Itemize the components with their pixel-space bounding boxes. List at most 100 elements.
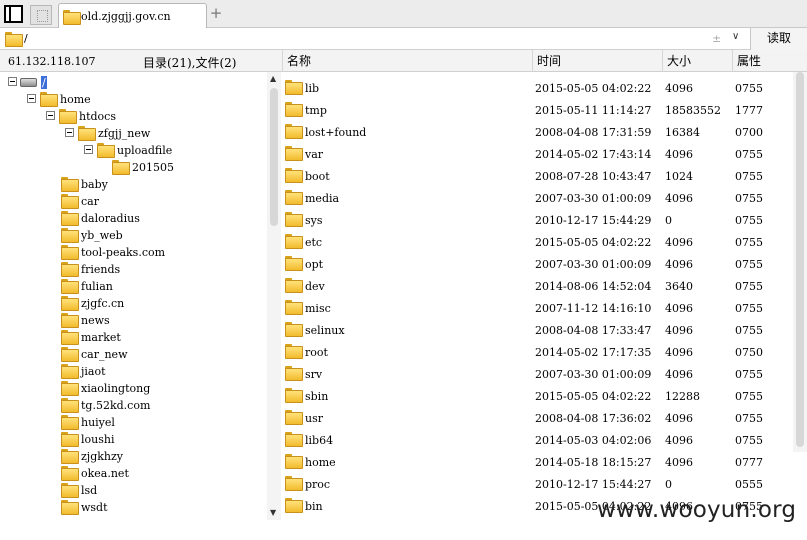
file-name: dev xyxy=(305,280,325,293)
file-name: var xyxy=(305,148,324,161)
collapse-toggle-icon[interactable] xyxy=(84,145,93,154)
folder-icon xyxy=(285,498,303,513)
file-name: selinux xyxy=(305,324,345,337)
column-header-name[interactable]: 名称 xyxy=(282,50,532,72)
folder-icon xyxy=(285,146,303,161)
file-row[interactable]: opt 2007-03-30 01:00:09 4096 0755 xyxy=(281,251,793,273)
file-list-scrollbar[interactable] xyxy=(793,72,807,452)
tree-node[interactable]: / xyxy=(8,75,258,92)
tree-node[interactable]: uploadfile xyxy=(84,143,281,160)
tree-node[interactable]: xiaolingtong xyxy=(61,381,281,398)
file-name: sys xyxy=(305,214,323,227)
tree-node-label: zjgkhzy xyxy=(81,450,124,463)
scroll-up-icon[interactable]: ▲ xyxy=(270,74,276,83)
tree-node[interactable]: fulian xyxy=(61,279,281,296)
path-control-icon[interactable]: ± xyxy=(712,32,721,45)
tree-node[interactable]: zjgkhzy xyxy=(61,449,281,466)
tree-node[interactable]: tool-peaks.com xyxy=(61,245,281,262)
file-perm: 0755 xyxy=(735,82,763,95)
file-row[interactable]: var 2014-05-02 17:43:14 4096 0755 xyxy=(281,141,793,163)
tree-node[interactable]: car xyxy=(61,194,281,211)
file-time: 2014-05-03 04:02:06 xyxy=(535,434,652,447)
bottom-strip xyxy=(0,520,807,540)
tree-node-label: huiyel xyxy=(81,416,115,429)
file-row[interactable]: home 2014-05-18 18:15:27 4096 0777 xyxy=(281,449,793,471)
tree-node[interactable]: zfgjj_new xyxy=(65,126,281,143)
tree-node[interactable]: jiaot xyxy=(61,364,281,381)
file-row[interactable]: srv 2007-03-30 01:00:09 4096 0755 xyxy=(281,361,793,383)
tree-node[interactable]: news xyxy=(61,313,281,330)
file-size: 3640 xyxy=(665,280,693,293)
folder-icon xyxy=(61,228,79,243)
collapse-toggle-icon[interactable] xyxy=(46,111,55,120)
file-row[interactable]: boot 2008-07-28 10:43:47 1024 0755 xyxy=(281,163,793,185)
file-row[interactable]: lib 2015-05-05 04:02:22 4096 0755 xyxy=(281,75,793,97)
file-row[interactable]: sbin 2015-05-05 04:02:22 12288 0755 xyxy=(281,383,793,405)
tab-main[interactable]: old.zjggjj.gov.cn xyxy=(58,3,207,28)
tree-node[interactable]: daloradius xyxy=(61,211,281,228)
tree-node-label: xiaolingtong xyxy=(81,382,151,395)
folder-icon xyxy=(97,143,115,158)
tree-node[interactable]: htdocs xyxy=(46,109,281,126)
file-row[interactable]: proc 2010-12-17 15:44:27 0 0555 xyxy=(281,471,793,493)
folder-icon xyxy=(63,10,81,25)
watermark: www.wooyun.org xyxy=(597,497,797,523)
column-header-perm[interactable]: 属性 xyxy=(732,50,807,72)
file-name: lib xyxy=(305,82,320,95)
file-row[interactable]: usr 2008-04-08 17:36:02 4096 0755 xyxy=(281,405,793,427)
file-size: 4096 xyxy=(665,148,693,161)
file-row[interactable]: lib64 2014-05-03 04:02:06 4096 0755 xyxy=(281,427,793,449)
collapse-toggle-icon[interactable] xyxy=(8,77,17,86)
tree-node[interactable]: tg.52kd.com xyxy=(61,398,281,415)
tree-node[interactable]: huiyel xyxy=(61,415,281,432)
file-row[interactable]: dev 2014-08-06 14:52:04 3640 0755 xyxy=(281,273,793,295)
folder-icon xyxy=(61,466,79,481)
tree-node[interactable]: baby xyxy=(61,177,281,194)
tree-node-label: htdocs xyxy=(79,110,116,123)
file-row[interactable]: selinux 2008-04-08 17:33:47 4096 0755 xyxy=(281,317,793,339)
new-page-icon[interactable] xyxy=(30,5,52,25)
file-size: 4096 xyxy=(665,368,693,381)
file-perm: 1777 xyxy=(735,104,763,117)
folder-icon xyxy=(285,388,303,403)
file-row[interactable]: sys 2010-12-17 15:44:29 0 0755 xyxy=(281,207,793,229)
tree-node-label: home xyxy=(60,93,91,106)
tree-node[interactable]: friends xyxy=(61,262,281,279)
column-header-size[interactable]: 大小 xyxy=(662,50,732,72)
folder-icon xyxy=(61,432,79,447)
file-row[interactable]: etc 2015-05-05 04:02:22 4096 0755 xyxy=(281,229,793,251)
column-header-time[interactable]: 时间 xyxy=(532,50,662,72)
tree-node-label: fulian xyxy=(81,280,113,293)
tree-node[interactable]: yb_web xyxy=(61,228,281,245)
tree-node[interactable]: okea.net xyxy=(61,466,281,483)
file-row[interactable]: lost+found 2008-04-08 17:31:59 16384 0700 xyxy=(281,119,793,141)
file-time: 2007-03-30 01:00:09 xyxy=(535,192,652,205)
tree-node[interactable]: 201505 xyxy=(104,160,281,177)
tree-node[interactable]: market xyxy=(61,330,281,347)
tree-node-label: 201505 xyxy=(132,161,174,174)
window-toggle-icon[interactable] xyxy=(4,5,23,23)
file-row[interactable]: media 2007-03-30 01:00:09 4096 0755 xyxy=(281,185,793,207)
add-tab-button[interactable]: + xyxy=(209,4,223,22)
path-input[interactable]: / xyxy=(24,32,28,45)
file-perm: 0755 xyxy=(735,324,763,337)
file-name: lib64 xyxy=(305,434,334,447)
scroll-thumb[interactable] xyxy=(796,72,804,447)
tree-node-label: zfgjj_new xyxy=(98,127,151,140)
tree-node[interactable]: zjgfc.cn xyxy=(61,296,281,313)
file-row[interactable]: misc 2007-11-12 14:16:10 4096 0755 xyxy=(281,295,793,317)
tree-node[interactable]: wsdt xyxy=(61,500,281,517)
tree-node[interactable]: lsd xyxy=(61,483,281,500)
tree-node-label: tg.52kd.com xyxy=(81,399,151,412)
tree-node[interactable]: loushi xyxy=(61,432,281,449)
file-size: 4096 xyxy=(665,434,693,447)
tree-node[interactable]: car_new xyxy=(61,347,281,364)
collapse-toggle-icon[interactable] xyxy=(65,128,74,137)
read-button[interactable]: 读取 xyxy=(750,28,807,50)
collapse-toggle-icon[interactable] xyxy=(27,94,36,103)
tree-node[interactable]: home xyxy=(27,92,277,109)
chevron-down-icon[interactable]: ∨ xyxy=(732,31,739,42)
file-row[interactable]: root 2014-05-02 17:17:35 4096 0750 xyxy=(281,339,793,361)
file-row[interactable]: tmp 2015-05-11 11:14:27 18583552 1777 xyxy=(281,97,793,119)
folder-icon xyxy=(61,296,79,311)
